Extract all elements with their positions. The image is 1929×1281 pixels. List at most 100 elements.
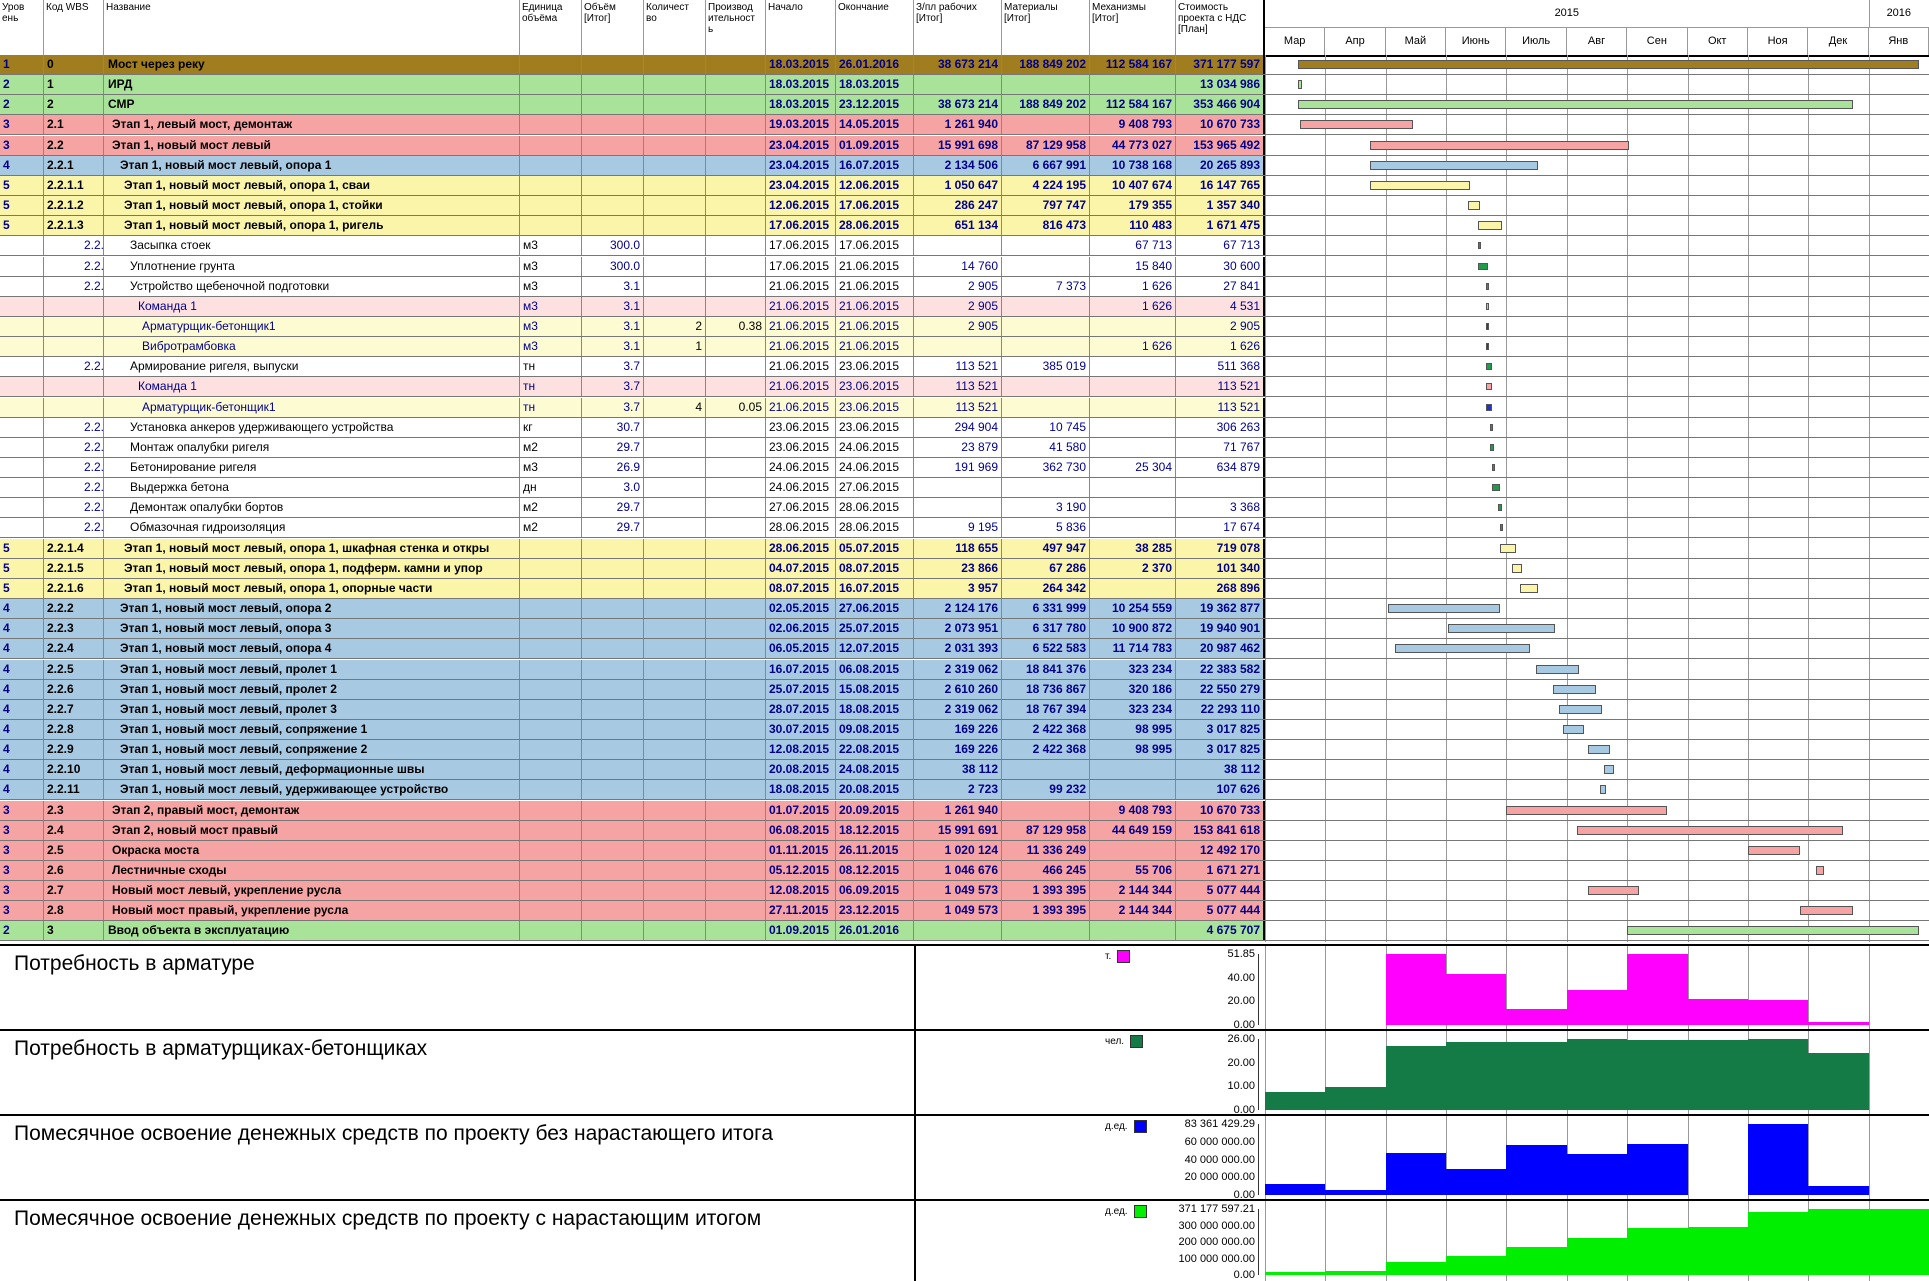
table-row[interactable]: 2.2.1.3.8Выдержка бетонадн3.0 24.06.20152… bbox=[0, 478, 1265, 499]
gantt-bar[interactable] bbox=[1588, 886, 1640, 896]
gantt-bar[interactable] bbox=[1490, 443, 1495, 451]
table-row[interactable]: Арматурщик-бетонщик1 м3 3.1 2 0.38 21.06.2015… bbox=[0, 316, 1265, 337]
table-row[interactable]: 3 2.5 Окраска моста 01.11.2015 26.11.2015 1 0… bbox=[0, 840, 1265, 861]
gantt-bar[interactable] bbox=[1486, 302, 1490, 310]
gantt-bar[interactable] bbox=[1395, 644, 1530, 654]
table-row[interactable]: 4 2.2.10 Этап 1, новый мост левый, деформа… bbox=[0, 760, 1265, 781]
col-name[interactable]: Название bbox=[104, 0, 520, 55]
table-row[interactable]: Вибротрамбовка м3 3.1 1 21.06.2015 21.06.2015… bbox=[0, 337, 1265, 358]
table-row[interactable]: 3 2.7 Новый мост левый, укрепление русла 12… bbox=[0, 881, 1265, 902]
table-row[interactable]: 4 2.2.7 Этап 1, новый мост левый, пролет 3… bbox=[0, 699, 1265, 720]
gantt-bar[interactable] bbox=[1298, 100, 1854, 110]
table-row[interactable]: 3 2.2 Этап 1, новый мост левый 23.04.2015 01… bbox=[0, 135, 1265, 156]
table-row[interactable]: 2.2.1.3.5Установка анкеров удерживающего… bbox=[0, 417, 1265, 438]
gantt-bar[interactable] bbox=[1486, 383, 1493, 391]
table-row[interactable]: 4 2.2.5 Этап 1, новый мост левый, пролет 1… bbox=[0, 659, 1265, 680]
gantt-bar[interactable] bbox=[1506, 805, 1668, 815]
table-row[interactable]: 3 2.8 Новый мост правый, укрепление русла 2… bbox=[0, 901, 1265, 922]
col-wbs[interactable]: Код WBS bbox=[44, 0, 104, 55]
table-row[interactable]: 3 2.3 Этап 2, правый мост, демонтаж 01.07.2… bbox=[0, 800, 1265, 821]
table-row[interactable]: 5 2.2.1.5 Этап 1, новый мост левый, опора … bbox=[0, 558, 1265, 579]
gantt-bar[interactable] bbox=[1492, 464, 1496, 471]
col-qty[interactable]: Количест во bbox=[644, 0, 706, 55]
table-row[interactable]: 5 2.2.1.3 Этап 1, новый мост левый, опора … bbox=[0, 216, 1265, 237]
gantt-bar[interactable] bbox=[1627, 926, 1920, 936]
gantt-bar[interactable] bbox=[1599, 785, 1606, 795]
table-row[interactable]: 4 2.2.1 Этап 1, новый мост левый, опора 1 2… bbox=[0, 155, 1265, 176]
table-row[interactable]: Команда 1 м3 3.1 21.06.2015 21.06.2015 2 905 1… bbox=[0, 296, 1265, 317]
gantt-bar[interactable] bbox=[1562, 724, 1585, 734]
table-row[interactable]: Арматурщик-бетонщик1 тн 3.7 4 0.05 21.06.2015… bbox=[0, 397, 1265, 418]
table-row[interactable]: 5 2.2.1.6 Этап 1, новый мост левый, опора … bbox=[0, 578, 1265, 599]
gantt-bar[interactable] bbox=[1747, 845, 1801, 855]
gantt-bar[interactable] bbox=[1468, 201, 1481, 211]
gantt-bar[interactable] bbox=[1603, 765, 1614, 775]
gantt-bar[interactable] bbox=[1553, 684, 1597, 694]
table-row[interactable]: 3 2.1 Этап 1, левый мост, демонтаж 19.03.20… bbox=[0, 115, 1265, 136]
table-row[interactable]: 4 2.2.8 Этап 1, новый мост левый, сопряжен… bbox=[0, 719, 1265, 740]
table-row[interactable]: 1 0 Мост через реку 18.03.2015 26.01.2016 38 … bbox=[0, 55, 1265, 75]
gantt-bar[interactable] bbox=[1490, 423, 1494, 431]
table-row[interactable]: 2.2.1.3.3Устройство щебеночной подготовк… bbox=[0, 276, 1265, 297]
table-row[interactable]: Команда 1 тн 3.7 21.06.2015 23.06.2015 113 52… bbox=[0, 377, 1265, 398]
gantt-bar[interactable] bbox=[1448, 624, 1556, 634]
gantt-bar[interactable] bbox=[1298, 80, 1303, 90]
gantt-bar[interactable] bbox=[1486, 343, 1490, 351]
gantt-bar[interactable] bbox=[1800, 906, 1854, 916]
gantt-bar[interactable] bbox=[1478, 221, 1503, 231]
gantt-bar[interactable] bbox=[1559, 704, 1602, 714]
table-row[interactable]: 4 2.2.9 Этап 1, новый мост левый, сопряжен… bbox=[0, 740, 1265, 761]
table-row[interactable]: 4 2.2.4 Этап 1, новый мост левый, опора 4 0… bbox=[0, 639, 1265, 660]
table-row[interactable]: 2.2.1.3.7Бетонирование ригелям326.9 24.06… bbox=[0, 458, 1265, 478]
table-row[interactable]: 2 3 Ввод объекта в эксплуатацию 01.09.2015 2… bbox=[0, 921, 1265, 942]
table-row[interactable]: 2.2.1.3.4Армирование ригеля, выпускитн3.… bbox=[0, 357, 1265, 378]
gantt-bar[interactable] bbox=[1300, 120, 1414, 130]
table-row[interactable]: 2.2.1.3.9Демонтаж опалубки бортовм229.7 2… bbox=[0, 498, 1265, 519]
col-materials[interactable]: Материалы [Итог] bbox=[1002, 0, 1090, 55]
gantt-bar[interactable] bbox=[1298, 60, 1920, 69]
gantt-bar[interactable] bbox=[1369, 180, 1471, 190]
col-machines[interactable]: Механизмы [Итог] bbox=[1090, 0, 1176, 55]
gantt-bar[interactable] bbox=[1535, 664, 1579, 674]
table-row[interactable]: 2.2.1.3.2Уплотнение грунтам3300.0 17.06.2… bbox=[0, 256, 1265, 277]
gantt-bar[interactable] bbox=[1486, 322, 1490, 330]
col-productivity[interactable]: Производ ительност ь bbox=[706, 0, 766, 55]
gantt-bar[interactable] bbox=[1486, 403, 1493, 411]
col-volume[interactable]: Объём [Итог] bbox=[582, 0, 644, 55]
table-row[interactable]: 5 2.2.1.4 Этап 1, новый мост левый, опора … bbox=[0, 538, 1265, 559]
gantt-bar[interactable] bbox=[1478, 262, 1489, 270]
table-row[interactable]: 2.2.1.3.6Монтаж опалубки ригелям229.7 23.… bbox=[0, 437, 1265, 458]
col-level[interactable]: Уров ень bbox=[0, 0, 44, 55]
table-row[interactable]: 2.2.1.3.1Засыпка стоекм3300.0 17.06.20151… bbox=[0, 236, 1265, 257]
col-cost[interactable]: Стоимость проекта с НДС [План] bbox=[1176, 0, 1265, 55]
col-end[interactable]: Окончание bbox=[836, 0, 914, 55]
gantt-bar[interactable] bbox=[1576, 825, 1844, 835]
gantt-bar[interactable] bbox=[1492, 484, 1501, 492]
table-row[interactable]: 3 2.6 Лестничные сходы 05.12.2015 08.12.2015… bbox=[0, 861, 1265, 881]
col-unit[interactable]: Единица объёма bbox=[520, 0, 582, 55]
gantt-bar[interactable] bbox=[1369, 160, 1538, 170]
gantt-bar[interactable] bbox=[1500, 543, 1517, 553]
table-row[interactable]: 2 2 СМР 18.03.2015 23.12.2015 38 673 214 188 8… bbox=[0, 95, 1265, 116]
gantt-bar[interactable] bbox=[1498, 504, 1503, 512]
table-row[interactable]: 4 2.2.6 Этап 1, новый мост левый, пролет 2… bbox=[0, 679, 1265, 700]
gantt-bar[interactable] bbox=[1387, 604, 1501, 614]
col-start[interactable]: Начало bbox=[766, 0, 836, 55]
gantt-bar[interactable] bbox=[1816, 866, 1824, 875]
table-row[interactable]: 4 2.2.3 Этап 1, новый мост левый, опора 3 0… bbox=[0, 619, 1265, 640]
table-row[interactable]: 5 2.2.1.2 Этап 1, новый мост левый, опора … bbox=[0, 196, 1265, 217]
gantt-bar[interactable] bbox=[1520, 583, 1538, 593]
table-row[interactable]: 2.2.1.3.10Обмазочная гидроизоляциям229.7… bbox=[0, 518, 1265, 539]
table-row[interactable]: 2 1 ИРД 18.03.2015 18.03.2015 13 034 986 bbox=[0, 75, 1265, 96]
gantt-bar[interactable] bbox=[1500, 524, 1504, 532]
gantt-bar[interactable] bbox=[1512, 563, 1523, 573]
table-row[interactable]: 5 2.2.1.1 Этап 1, новый мост левый, опора … bbox=[0, 175, 1265, 196]
table-row[interactable]: 4 2.2.11 Этап 1, новый мост левый, удержив… bbox=[0, 780, 1265, 801]
gantt-bar[interactable] bbox=[1369, 140, 1630, 150]
gantt-bar[interactable] bbox=[1486, 363, 1493, 371]
gantt-bar[interactable] bbox=[1588, 745, 1610, 755]
gantt-bar[interactable] bbox=[1486, 282, 1490, 290]
table-row[interactable]: 4 2.2.2 Этап 1, новый мост левый, опора 2 0… bbox=[0, 599, 1265, 620]
col-labor[interactable]: З/пл рабочих [Итог] bbox=[914, 0, 1002, 55]
gantt-bar[interactable] bbox=[1478, 242, 1482, 250]
